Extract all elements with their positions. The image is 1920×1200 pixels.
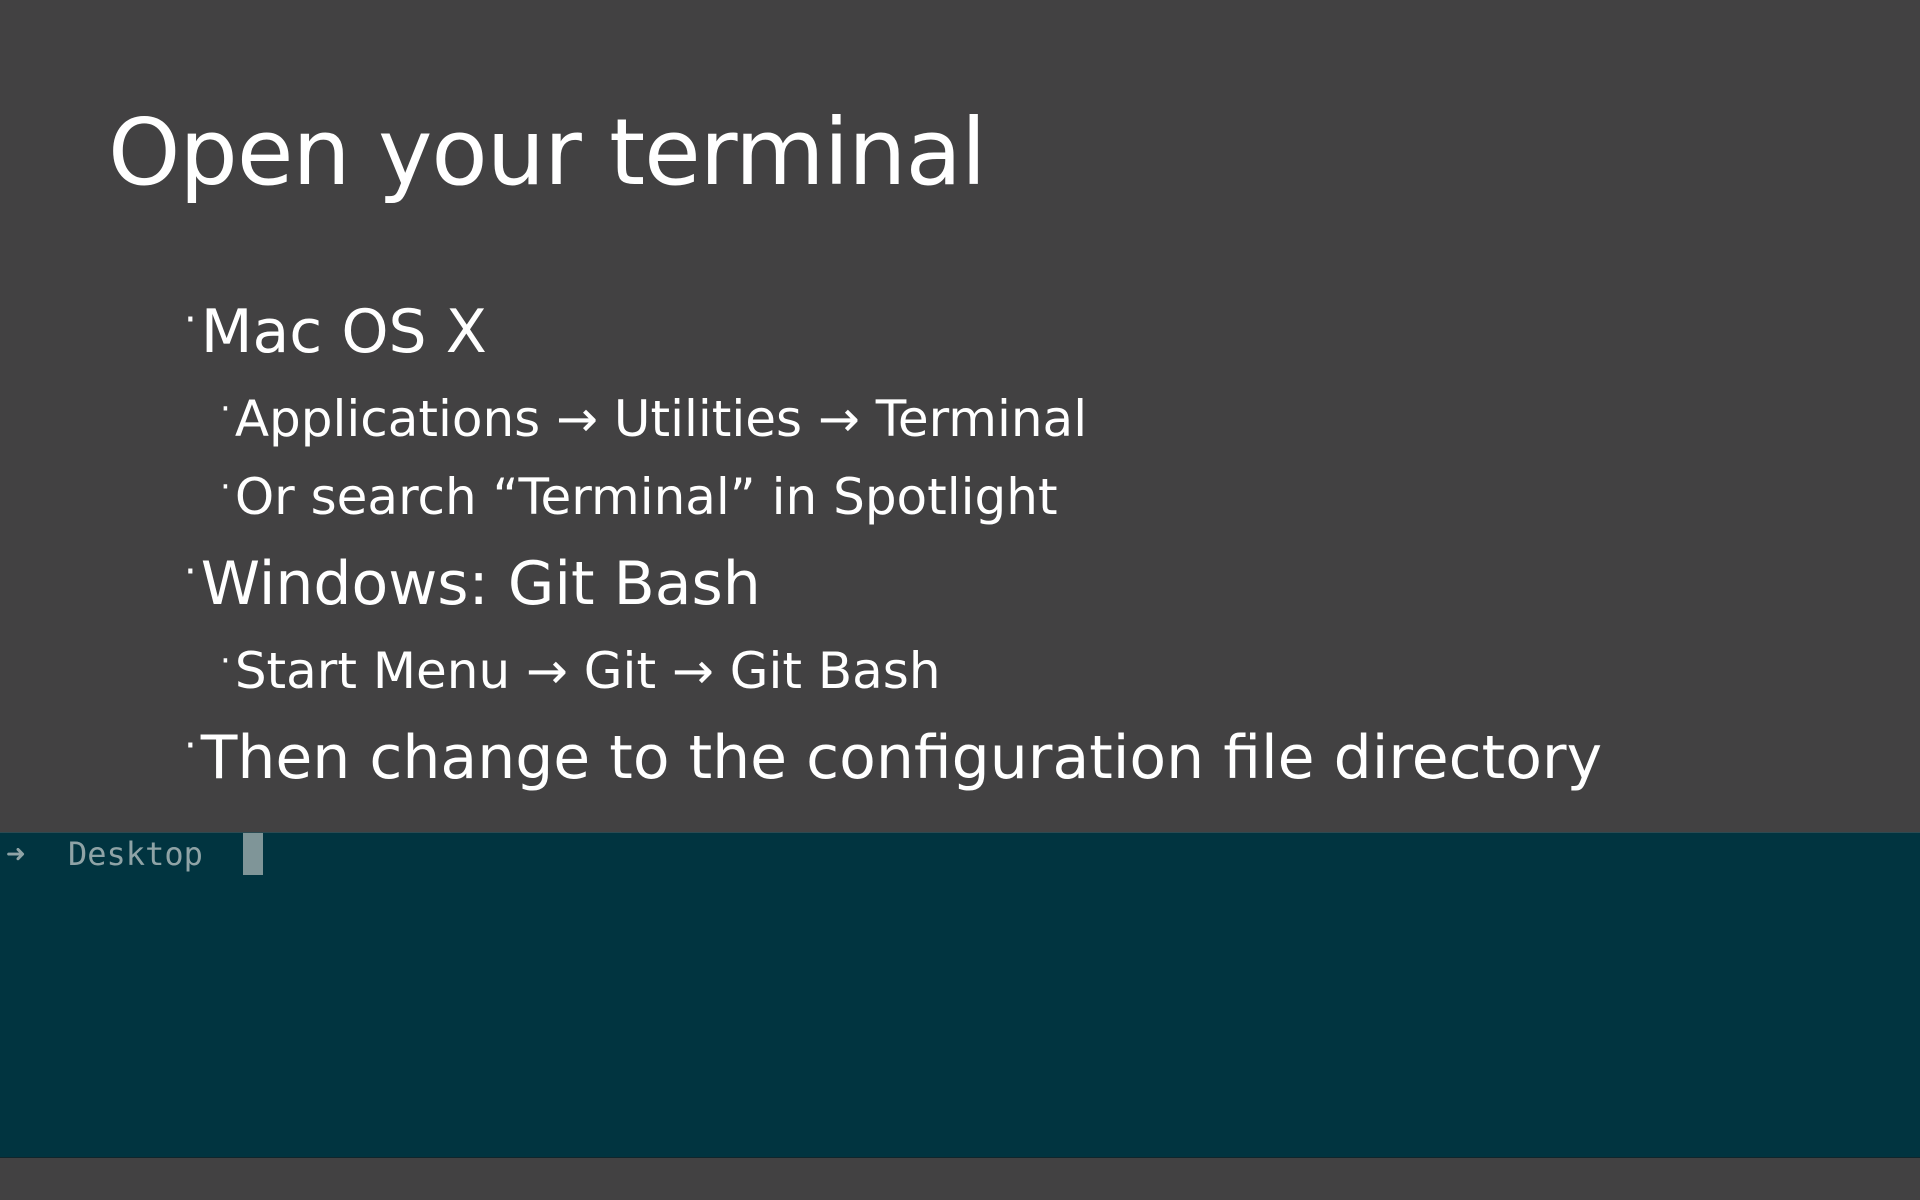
bullet-dot-icon: · [184,549,197,595]
bullet-text: Mac OS X [200,297,487,367]
bullet-list: ·Mac OS X ·Applications → Utilities → Te… [0,0,1920,830]
terminal-prompt-line[interactable]: ➜ Desktop [6,833,263,875]
bullet-dot-icon: · [184,297,197,343]
bullet-item: ·Applications → Utilities → Terminal [220,389,1087,444]
bullet-text: Windows: Git Bash [200,549,761,619]
bullet-text: Applications → Utilities → Terminal [234,390,1088,448]
slide-bottom-strip [0,1158,1920,1200]
bullet-item: ·Windows: Git Bash [184,549,761,614]
bullet-dot-icon: · [220,389,231,429]
terminal-cursor [242,833,263,875]
bullet-text: Start Menu → Git → Git Bash [234,642,941,700]
terminal-window[interactable]: ➜ Desktop [0,832,1920,1159]
bullet-item: ·Start Menu → Git → Git Bash [220,641,941,696]
presentation-slide: Open your terminal ·Mac OS X ·Applicatio… [0,0,1920,1200]
bullet-text: Then change to the configuration file di… [200,723,1603,793]
prompt-arrow-icon: ➜ [6,835,26,873]
bullet-item: ·Or search “Terminal” in Spotlight [220,467,1058,522]
bullet-item: ·Mac OS X [184,297,487,362]
bullet-dot-icon: · [220,641,231,681]
bullet-dot-icon: · [184,723,197,769]
bullet-text: Or search “Terminal” in Spotlight [234,468,1058,526]
bullet-dot-icon: · [220,467,231,507]
bullet-item: ·Then change to the configuration file d… [184,723,1602,788]
current-directory: Desktop [68,835,203,873]
